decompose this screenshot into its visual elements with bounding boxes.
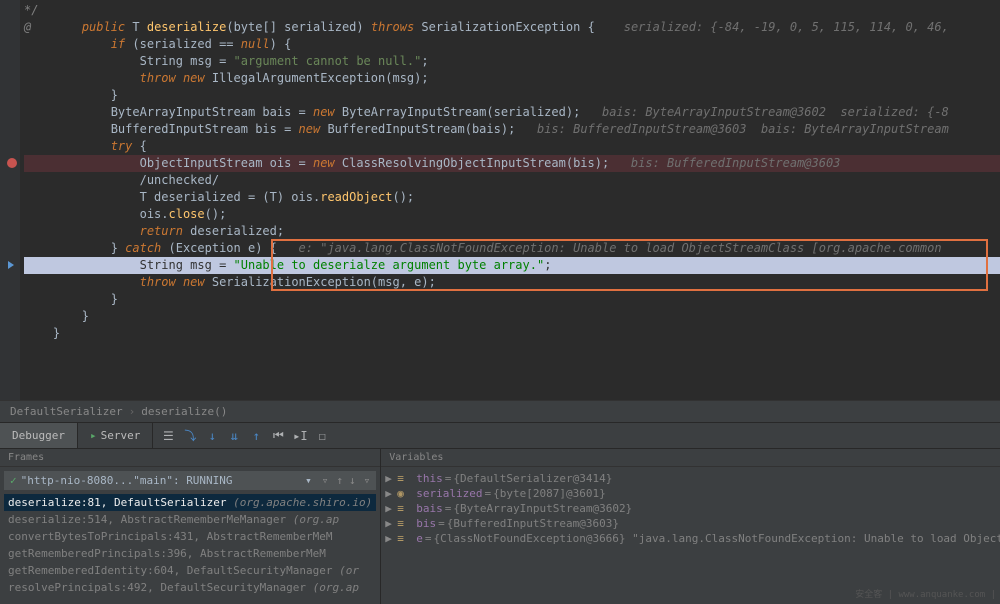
breadcrumb[interactable]: DefaultSerializer › deserialize() <box>0 400 1000 422</box>
variable-name: bis <box>416 517 436 530</box>
hide-frames-icon[interactable]: ▿ <box>364 474 371 487</box>
dropdown-icon[interactable]: ▾ <box>305 474 312 487</box>
variable-name: serialized <box>416 487 482 500</box>
variable-row[interactable]: ▶◉serialized = {byte[2087]@3601} <box>385 486 1000 501</box>
step-into-icon[interactable]: ↓ <box>203 427 221 445</box>
variable-value: {BufferedInputStream@3603} <box>447 517 619 530</box>
stack-frame[interactable]: getRememberedIdentity:604, DefaultSecuri… <box>4 562 376 579</box>
frames-panel: Frames ✓ "http-nio-8080..."main": RUNNIN… <box>0 449 381 604</box>
variable-row[interactable]: ▶≡bais = {ByteArrayInputStream@3602} <box>385 501 1000 516</box>
variable-value: {ClassNotFoundException@3666} "java.lang… <box>434 532 1000 545</box>
breadcrumb-item[interactable]: deserialize() <box>141 405 227 418</box>
variables-panel: Variables ▶≡this = {DefaultSerializer@34… <box>381 449 1000 604</box>
variable-name: e <box>416 532 423 545</box>
expand-icon[interactable]: ▶ <box>385 502 395 515</box>
execution-line: String msg = "Unable to deserialze argum… <box>24 257 1000 274</box>
breadcrumb-item[interactable]: DefaultSerializer <box>10 405 123 418</box>
server-tab[interactable]: ▸Server <box>78 423 153 448</box>
debug-tabs: Debugger ▸Server ☰ ⤵ ↓ ⇊ ↑ ⏮ ▸I ☐ <box>0 423 1000 449</box>
debugger-tab[interactable]: Debugger <box>0 423 78 448</box>
expand-icon[interactable]: ▶ <box>385 472 395 485</box>
watermark: 安全客 | www.anquanke.com | <box>855 587 996 600</box>
variable-row[interactable]: ▶≡bis = {BufferedInputStream@3603} <box>385 516 1000 531</box>
variables-list[interactable]: ▶≡this = {DefaultSerializer@3414}▶◉seria… <box>381 467 1000 550</box>
var-type-icon: ≡ <box>397 502 411 515</box>
expand-icon[interactable]: ▶ <box>385 532 395 545</box>
expand-icon[interactable]: ▶ <box>385 487 395 500</box>
step-over-icon[interactable]: ⤵ <box>181 427 199 445</box>
drop-frame-icon[interactable]: ⏮ <box>269 427 287 445</box>
evaluate-icon[interactable]: ☐ <box>313 427 331 445</box>
debug-panel: Debugger ▸Server ☰ ⤵ ↓ ⇊ ↑ ⏮ ▸I ☐ Frames… <box>0 422 1000 604</box>
frames-list[interactable]: deserialize:81, DefaultSerializer (org.a… <box>0 494 380 596</box>
code-area: */ @ public T deserialize(byte[] seriali… <box>0 0 1000 344</box>
variable-row[interactable]: ▶≡e = {ClassNotFoundException@3666} "jav… <box>385 531 1000 546</box>
var-type-icon: ≡ <box>397 472 411 485</box>
var-type-icon: ≡ <box>397 532 411 545</box>
vars-header: Variables <box>381 449 1000 467</box>
variable-value: {byte[2087]@3601} <box>493 487 606 500</box>
stack-frame[interactable]: convertBytesToPrincipals:431, AbstractRe… <box>4 528 376 545</box>
force-step-icon[interactable]: ⇊ <box>225 427 243 445</box>
chevron-right-icon: › <box>129 405 136 418</box>
thread-selector[interactable]: ✓ "http-nio-8080..."main": RUNNING ▾ ▿ ↑… <box>4 471 376 490</box>
var-type-icon: ≡ <box>397 517 411 530</box>
variable-name: this <box>416 472 443 485</box>
step-out-icon[interactable]: ↑ <box>247 427 265 445</box>
run-icon: ▸ <box>90 429 97 442</box>
code-editor[interactable]: */ @ public T deserialize(byte[] seriali… <box>0 0 1000 400</box>
stack-frame[interactable]: getRememberedPrincipals:396, AbstractRem… <box>4 545 376 562</box>
variable-row[interactable]: ▶≡this = {DefaultSerializer@3414} <box>385 471 1000 486</box>
stack-frame[interactable]: deserialize:514, AbstractRememberMeManag… <box>4 511 376 528</box>
gutter[interactable] <box>0 0 20 400</box>
expand-icon[interactable]: ▶ <box>385 517 395 530</box>
next-frame-icon[interactable]: ↓ <box>349 474 356 487</box>
run-to-cursor-icon[interactable]: ▸I <box>291 427 309 445</box>
variable-value: {ByteArrayInputStream@3602} <box>453 502 632 515</box>
breakpoint-icon[interactable] <box>4 155 20 171</box>
check-icon: ✓ <box>10 474 17 487</box>
stack-frame[interactable]: resolvePrincipals:492, DefaultSecurityMa… <box>4 579 376 596</box>
variable-value: {DefaultSerializer@3414} <box>453 472 612 485</box>
filter-icon[interactable]: ▿ <box>322 474 329 487</box>
debug-toolbar: ☰ ⤵ ↓ ⇊ ↑ ⏮ ▸I ☐ <box>153 427 337 445</box>
var-type-icon: ◉ <box>397 487 411 500</box>
code-text: */ <box>24 3 38 17</box>
prev-frame-icon[interactable]: ↑ <box>336 474 343 487</box>
show-execution-icon[interactable]: ☰ <box>159 427 177 445</box>
variable-name: bais <box>416 502 443 515</box>
frames-header: Frames <box>0 449 380 467</box>
stack-frame[interactable]: deserialize:81, DefaultSerializer (org.a… <box>4 494 376 511</box>
